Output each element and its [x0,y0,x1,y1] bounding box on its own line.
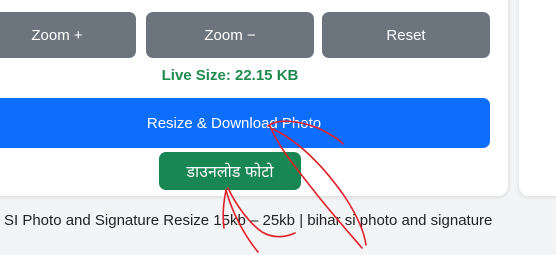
page-caption-text: C SI Photo and Signature Resize 15kb – 2… [0,212,493,229]
page-stage: Zoom + Zoom − Reset Live Size: 22.15 KB … [0,0,556,255]
download-photo-hindi-button[interactable]: डाउनलोड फोटो [159,152,301,190]
live-size-readout: Live Size: 22.15 KB [161,67,299,84]
side-panel-card [519,0,556,196]
resize-download-button[interactable]: Resize & Download Photo [0,98,490,148]
zoom-out-button[interactable]: Zoom − [146,12,314,58]
zoom-in-button[interactable]: Zoom + [0,12,136,58]
reset-button[interactable]: Reset [322,12,490,58]
